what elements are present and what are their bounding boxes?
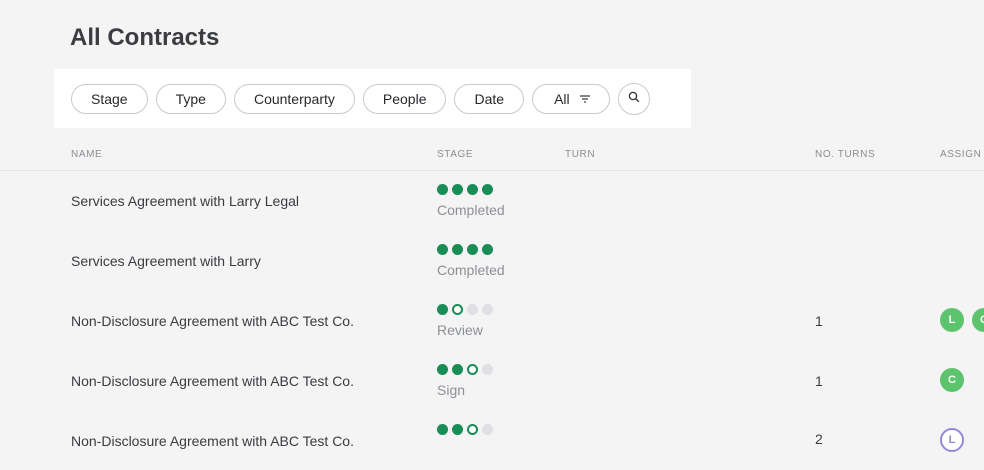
stage-dot: [437, 364, 448, 375]
stage-dot: [452, 184, 463, 195]
search-button[interactable]: [617, 82, 650, 115]
stage-dot: [452, 364, 463, 375]
stage-label: Sign: [437, 382, 466, 398]
stage-dot: [452, 304, 463, 315]
stage-dot: [452, 424, 463, 435]
stage-dot: [467, 244, 478, 255]
table-row[interactable]: Services Agreement with Larry Completed: [0, 230, 984, 290]
table-row[interactable]: Non-Disclosure Agreement with ABC Test C…: [0, 350, 984, 410]
filter-counterparty-button[interactable]: Counterparty: [233, 83, 355, 114]
stage-dot: [482, 184, 493, 195]
stage-progress: [437, 364, 497, 375]
filter-bar: Stage Type Counterparty People Date All: [54, 69, 691, 128]
turn-count: 2: [815, 431, 823, 447]
turn-count: 1: [815, 373, 823, 389]
contract-name[interactable]: Services Agreement with Larry Legal: [71, 193, 299, 209]
column-stage[interactable]: STAGE: [437, 149, 473, 160]
column-turn[interactable]: TURN: [565, 149, 595, 160]
filter-people-button[interactable]: People: [362, 83, 447, 114]
stage-dot: [467, 424, 478, 435]
stage-dot: [467, 364, 478, 375]
stage-label: Completed: [437, 202, 505, 218]
column-no-turns[interactable]: NO. TURNS: [815, 149, 875, 160]
table-row[interactable]: Non-Disclosure Agreement with ABC Test C…: [0, 410, 984, 470]
column-assign[interactable]: ASSIGN: [940, 149, 981, 160]
stage-dot: [482, 364, 493, 375]
avatar[interactable]: C: [940, 368, 964, 392]
stage-dot: [467, 184, 478, 195]
filter-all-label: All: [554, 90, 570, 107]
stage-progress: [437, 424, 497, 435]
turn-count: 1: [815, 313, 823, 329]
stage-dot: [482, 304, 493, 315]
filter-stage-button[interactable]: Stage: [71, 83, 148, 114]
stage-dot: [437, 244, 448, 255]
filter-date-button[interactable]: Date: [454, 83, 525, 114]
avatar[interactable]: C: [972, 308, 984, 332]
table-row[interactable]: Non-Disclosure Agreement with ABC Test C…: [0, 290, 984, 350]
page-title: All Contracts: [70, 24, 220, 51]
stage-label: Review: [437, 322, 483, 338]
stage-dot: [467, 304, 478, 315]
stage-dot: [482, 424, 493, 435]
stage-dot: [437, 184, 448, 195]
filter-type-button[interactable]: Type: [155, 83, 226, 114]
stage-dot: [437, 304, 448, 315]
stage-dot: [452, 244, 463, 255]
stage-progress: [437, 304, 497, 315]
stage-dot: [482, 244, 493, 255]
stage-dot: [437, 424, 448, 435]
filter-all-button[interactable]: All: [532, 83, 610, 114]
contract-name[interactable]: Non-Disclosure Agreement with ABC Test C…: [71, 433, 354, 449]
contract-name[interactable]: Non-Disclosure Agreement with ABC Test C…: [71, 313, 354, 329]
search-icon: [628, 90, 640, 108]
table-header: NAME STAGE TURN NO. TURNS ASSIGN: [0, 139, 984, 171]
stage-label: Completed: [437, 262, 505, 278]
contract-name[interactable]: Services Agreement with Larry: [71, 253, 261, 269]
stage-progress: [437, 184, 497, 195]
avatar[interactable]: L: [940, 308, 964, 332]
contract-name[interactable]: Non-Disclosure Agreement with ABC Test C…: [71, 373, 354, 389]
column-name[interactable]: NAME: [71, 149, 102, 160]
avatar[interactable]: L: [940, 428, 964, 452]
filter-lines-icon: [579, 94, 591, 104]
table-row[interactable]: Services Agreement with Larry Legal Comp…: [0, 170, 984, 230]
stage-progress: [437, 244, 497, 255]
